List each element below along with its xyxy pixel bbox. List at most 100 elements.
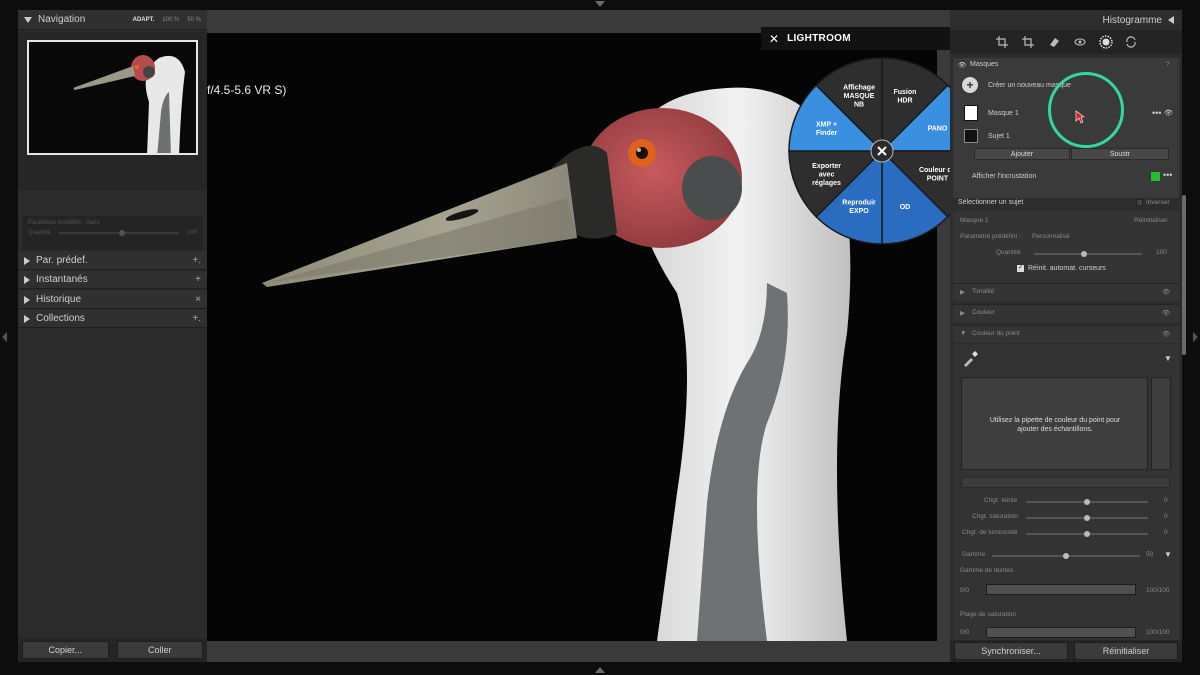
left-bottom-bar: Copier... Coller — [18, 638, 207, 662]
section-snapshots[interactable]: Instantanés + — [18, 271, 207, 289]
amount-slider-knob[interactable] — [118, 230, 125, 236]
crop-overlay-icon[interactable] — [1022, 36, 1034, 50]
expand-triangle-icon[interactable] — [24, 275, 30, 284]
preset-label-right: Paramètre prédéfini : — [960, 233, 1021, 240]
create-mask-plus-icon[interactable]: + — [962, 77, 978, 93]
reset-button[interactable]: Réinitialiser — [1074, 642, 1178, 660]
section-tone-label: Tonalité — [972, 288, 995, 295]
sync-button[interactable]: Synchroniser... — [954, 642, 1069, 660]
tone-eye-icon[interactable]: 👁 — [1162, 288, 1170, 296]
navigator-thumbnail[interactable] — [27, 40, 198, 155]
range-dropdown-icon[interactable]: ▼ — [1164, 550, 1172, 559]
masks-help-icon[interactable]: ? — [1166, 61, 1170, 68]
cursor-highlight-ring — [1048, 72, 1124, 148]
tone-triangle-icon[interactable]: ▶ — [960, 288, 965, 296]
eyedropper-dropdown-icon[interactable]: ▼ — [1164, 354, 1172, 363]
section-collections-label: Collections — [36, 313, 85, 324]
section-history[interactable]: Historique × — [18, 291, 207, 309]
collapse-histogram-icon[interactable] — [1168, 16, 1174, 24]
masks-eye-icon[interactable]: 👁 — [958, 61, 966, 69]
eraser-icon[interactable] — [1048, 36, 1060, 50]
zoom-adapt-option[interactable]: ADAPT. — [133, 17, 155, 23]
expand-triangle-icon[interactable] — [24, 314, 30, 323]
hue-range-bar[interactable] — [986, 584, 1136, 595]
amount-slider-right[interactable] — [1034, 253, 1142, 255]
radial-slice-label-1: PANO — [928, 126, 948, 133]
hue-range-max: 100/100 — [1146, 587, 1170, 594]
lum-shift-knob[interactable] — [1084, 531, 1090, 537]
hue-shift-knob[interactable] — [1084, 499, 1090, 505]
mask-reset-link[interactable]: Réinitialiser — [1134, 217, 1168, 224]
auto-reset-checkbox[interactable]: ✓ — [1017, 265, 1024, 272]
color-eye-icon[interactable]: 👁 — [1162, 309, 1170, 317]
auto-reset-label: Réinit. automat. curseurs — [1028, 265, 1106, 272]
collapse-triangle-icon[interactable] — [24, 16, 32, 23]
quick-bar-title: LIGHTROOM — [787, 33, 851, 44]
add-snapshot-icon[interactable]: + — [195, 274, 201, 285]
lum-shift-value: 0 — [1164, 529, 1168, 536]
right-panel-toggle-icon[interactable] — [1193, 332, 1198, 342]
expand-triangle-icon[interactable] — [24, 295, 30, 304]
subject1-thumbnail[interactable] — [964, 129, 978, 143]
left-panel: Navigation ADAPT. 100 % 50 % Paramètre p… — [18, 10, 207, 662]
zoom-50-option[interactable]: 50 % — [187, 17, 201, 23]
point-color-triangle-icon[interactable]: ▼ — [960, 330, 966, 337]
expand-triangle-icon[interactable] — [24, 256, 30, 265]
mask1-thumbnail[interactable] — [964, 105, 978, 121]
eyedropper-icon[interactable] — [961, 350, 979, 370]
section-presets[interactable]: Par. prédef. +. — [18, 252, 207, 270]
overlay-label: Afficher l'incrustation — [972, 173, 1037, 180]
sample-bar — [961, 477, 1170, 488]
navigator-title: Navigation — [38, 14, 86, 25]
radial-slice-label-3: OD — [900, 204, 911, 211]
sat-shift-label: Chgt. saturation — [972, 513, 1018, 520]
add-preset-icon[interactable]: +. — [192, 255, 201, 266]
preset-amount-box: Paramètre prédéfini : Sans Quantité 100 — [22, 216, 203, 250]
color-triangle-icon[interactable]: ▶ — [960, 309, 965, 317]
invert-checkbox[interactable] — [1136, 199, 1143, 206]
add-collection-icon[interactable]: +. — [192, 313, 201, 324]
section-presets-label: Par. prédef. — [36, 255, 88, 266]
overlay-color-swatch[interactable] — [1151, 172, 1160, 181]
sat-shift-value: 0 — [1164, 513, 1168, 520]
section-point-color-label: Couleur du point — [972, 330, 1020, 337]
navigator-header[interactable]: Navigation ADAPT. 100 % 50 % — [18, 10, 207, 30]
sat-range-bar[interactable] — [986, 627, 1136, 638]
mask-more-icon[interactable]: ••• — [1152, 108, 1161, 118]
left-panel-toggle-icon[interactable] — [2, 332, 7, 342]
range-slider-knob[interactable] — [1063, 553, 1069, 559]
subject1-label[interactable]: Sujet 1 — [988, 133, 1010, 140]
add-button[interactable]: Ajouter — [974, 148, 1070, 160]
amount-slider-knob-right[interactable] — [1081, 251, 1087, 257]
zoom-100-option[interactable]: 100 % — [162, 17, 179, 23]
red-eye-icon[interactable] — [1074, 36, 1086, 50]
section-collections[interactable]: Collections +. — [18, 310, 207, 328]
sat-range-max: 100/100 — [1146, 629, 1170, 636]
bottom-panel-toggle-icon[interactable] — [595, 667, 605, 673]
preset-value-right[interactable]: Personnalisé — [1032, 233, 1070, 240]
hue-shift-label: Chgt. teinte — [984, 497, 1018, 504]
clear-history-icon[interactable]: × — [195, 294, 201, 305]
close-icon[interactable]: ✕ — [769, 32, 779, 46]
crop-tool-icon[interactable] — [996, 36, 1008, 50]
mask1-label[interactable]: Masque 1 — [988, 110, 1019, 117]
subtract-button[interactable]: Soustr — [1071, 148, 1169, 160]
presets-cycle-icon[interactable] — [1125, 36, 1137, 50]
paste-button[interactable]: Coller — [116, 641, 203, 659]
histogram-header[interactable]: Histogramme — [950, 10, 1182, 30]
lens-info-text: f/4.5-5.6 VR S) — [207, 83, 287, 97]
lum-shift-label: Chgt. de luminosité — [962, 529, 1018, 536]
point-color-eye-icon[interactable]: 👁 — [1162, 330, 1170, 338]
masks-title: Masques — [970, 61, 999, 68]
amount-label: Quantité — [28, 230, 51, 236]
copy-button[interactable]: Copier... — [22, 641, 109, 659]
mask-visibility-icon[interactable]: 👁 — [1164, 109, 1173, 117]
masking-tool-icon[interactable] — [1099, 35, 1113, 51]
top-panel-toggle-icon[interactable] — [595, 1, 605, 7]
invert-label: Inverser — [1146, 199, 1170, 206]
amount-slider[interactable] — [58, 230, 179, 236]
overlay-more-icon[interactable]: ••• — [1163, 170, 1172, 180]
sat-shift-knob[interactable] — [1084, 515, 1090, 521]
right-panel-scrollbar[interactable] — [1182, 195, 1186, 355]
right-panel: Histogramme 👁 Masques ? + Créer un nouve… — [950, 10, 1182, 662]
